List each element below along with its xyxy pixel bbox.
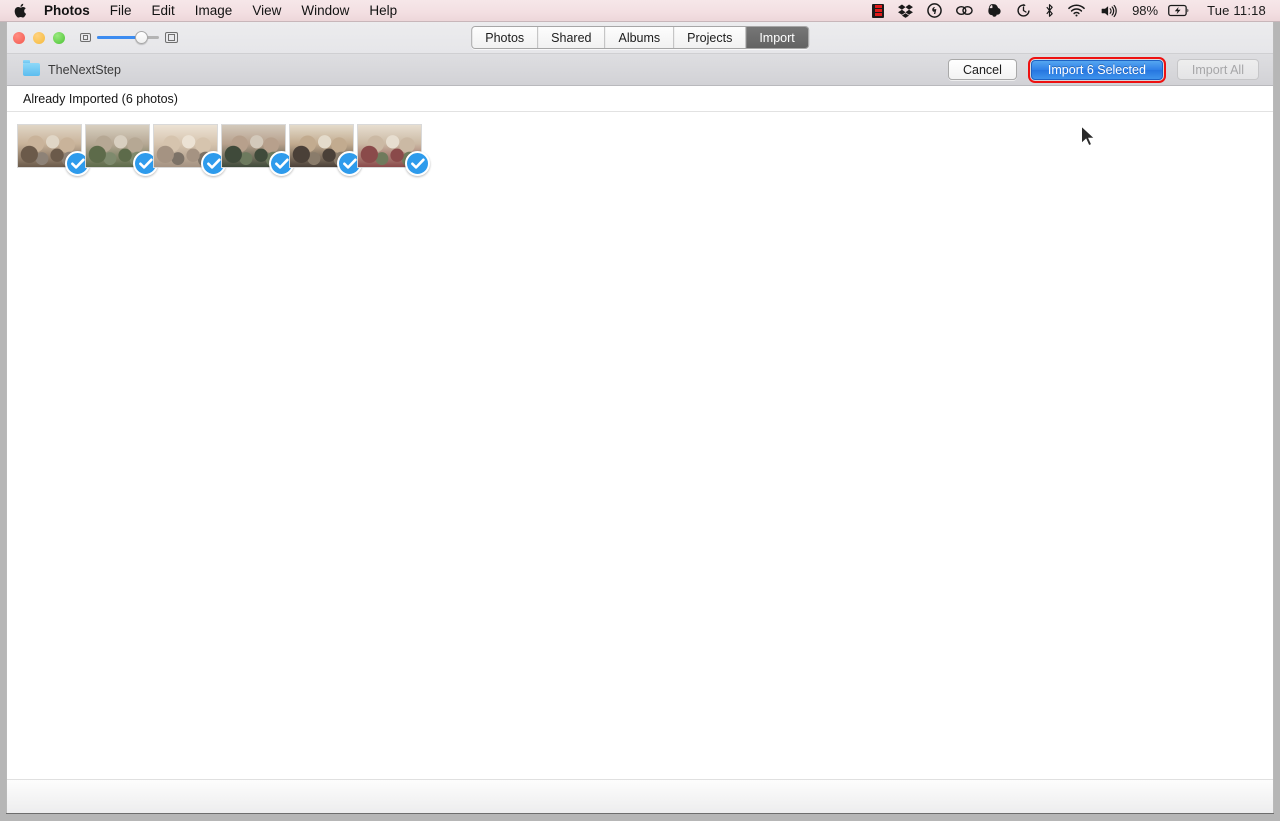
- macos-menu-bar: Photos File Edit Image View Window Help: [0, 0, 1280, 22]
- zoom-slider-thumb[interactable]: [135, 31, 149, 44]
- tab-albums[interactable]: Albums: [605, 27, 675, 48]
- circle-arrow-glyph: [927, 3, 942, 18]
- checkmark-glyph: [206, 158, 221, 169]
- checkmark-glyph: [70, 158, 85, 169]
- bottom-toolbar: [7, 779, 1273, 813]
- photo-thumbnail[interactable]: [221, 124, 294, 176]
- apple-menu-icon[interactable]: [0, 0, 40, 21]
- evernote-elephant-glyph: [988, 4, 1001, 17]
- cancel-button[interactable]: Cancel: [948, 59, 1017, 80]
- creative-cloud-glyph: [956, 6, 973, 15]
- bluetooth-glyph: [1046, 4, 1053, 17]
- volume-icon[interactable]: [1092, 0, 1124, 21]
- evernote-icon[interactable]: [980, 0, 1009, 21]
- menu-edit[interactable]: Edit: [142, 0, 185, 21]
- apple-logo-icon: [14, 3, 27, 18]
- battery-charging-icon[interactable]: [1161, 0, 1197, 21]
- folder-icon: [23, 60, 40, 76]
- import-toolbar: TheNextStep Cancel Import 6 Selected Imp…: [7, 54, 1273, 86]
- menu-image[interactable]: Image: [185, 0, 243, 21]
- menu-photos[interactable]: Photos: [40, 0, 100, 21]
- menu-help[interactable]: Help: [359, 0, 407, 21]
- section-title: Already Imported (6 photos): [23, 91, 178, 106]
- window-body: Photos Shared Albums Projects Import The…: [6, 22, 1274, 813]
- section-header: Already Imported (6 photos): [7, 86, 1273, 112]
- import-source[interactable]: TheNextStep: [7, 60, 121, 77]
- thumbnail-zoom-slider[interactable]: [80, 31, 178, 44]
- small-thumbnail-icon[interactable]: [80, 33, 91, 42]
- tab-shared[interactable]: Shared: [538, 27, 606, 48]
- import-actions: Cancel Import 6 Selected Import All: [948, 56, 1273, 83]
- checkmark-glyph: [410, 158, 425, 169]
- menu-bar-status-area: 98% Tue 11:18: [865, 0, 1280, 21]
- dropbox-icon[interactable]: [891, 0, 920, 21]
- photo-thumbnail[interactable]: [85, 124, 158, 176]
- checkmark-glyph: [274, 158, 289, 169]
- view-mode-segmented-control[interactable]: Photos Shared Albums Projects Import: [471, 26, 809, 49]
- photo-thumbnail[interactable]: [153, 124, 226, 176]
- zoom-slider-track[interactable]: [97, 31, 159, 44]
- circle-arrow-icon[interactable]: [920, 0, 949, 21]
- tab-photos[interactable]: Photos: [472, 27, 539, 48]
- photo-grid: [7, 112, 1273, 176]
- menu-window[interactable]: Window: [291, 0, 359, 21]
- large-thumbnail-icon[interactable]: [165, 32, 178, 43]
- volume-glyph: [1101, 4, 1117, 17]
- photos-app-window: Photos Shared Albums Projects Import The…: [0, 22, 1280, 821]
- import-source-label: TheNextStep: [48, 62, 121, 77]
- dropbox-glyph: [898, 4, 914, 18]
- time-machine-icon[interactable]: [1009, 0, 1038, 21]
- filmstrip-icon[interactable]: [865, 0, 891, 21]
- minimize-button[interactable]: [33, 31, 45, 44]
- close-button[interactable]: [13, 31, 25, 44]
- photo-thumbnail[interactable]: [17, 124, 90, 176]
- creative-cloud-icon[interactable]: [949, 0, 980, 21]
- menu-bar-left: Photos File Edit Image View Window Help: [0, 0, 407, 21]
- import-selected-button[interactable]: Import 6 Selected: [1030, 59, 1163, 80]
- bluetooth-icon[interactable]: [1038, 0, 1061, 21]
- battery-percent-label[interactable]: 98%: [1124, 0, 1161, 21]
- checkmark-glyph: [342, 158, 357, 169]
- window-toolbar: Photos Shared Albums Projects Import: [7, 22, 1273, 54]
- checkmark-glyph: [138, 158, 153, 169]
- wifi-glyph: [1068, 4, 1085, 17]
- tab-import[interactable]: Import: [746, 27, 808, 48]
- menu-bar-clock[interactable]: Tue 11:18: [1197, 0, 1272, 21]
- menu-file[interactable]: File: [100, 0, 142, 21]
- import-all-button: Import All: [1176, 59, 1259, 80]
- window-edge-line: [6, 813, 1274, 814]
- battery-glyph: [1168, 4, 1189, 17]
- menu-view[interactable]: View: [242, 0, 291, 21]
- zoom-button[interactable]: [53, 31, 65, 44]
- photo-thumbnail[interactable]: [289, 124, 362, 176]
- import-selected-focus-ring: Import 6 Selected: [1027, 56, 1166, 83]
- window-bottom-edge: [0, 813, 1280, 821]
- window-controls: [7, 31, 65, 44]
- checkmark-circle-icon[interactable]: [405, 151, 430, 176]
- time-machine-glyph: [1017, 3, 1030, 17]
- tab-projects[interactable]: Projects: [674, 27, 747, 48]
- photo-thumbnail[interactable]: [357, 124, 430, 176]
- wifi-icon[interactable]: [1061, 0, 1092, 21]
